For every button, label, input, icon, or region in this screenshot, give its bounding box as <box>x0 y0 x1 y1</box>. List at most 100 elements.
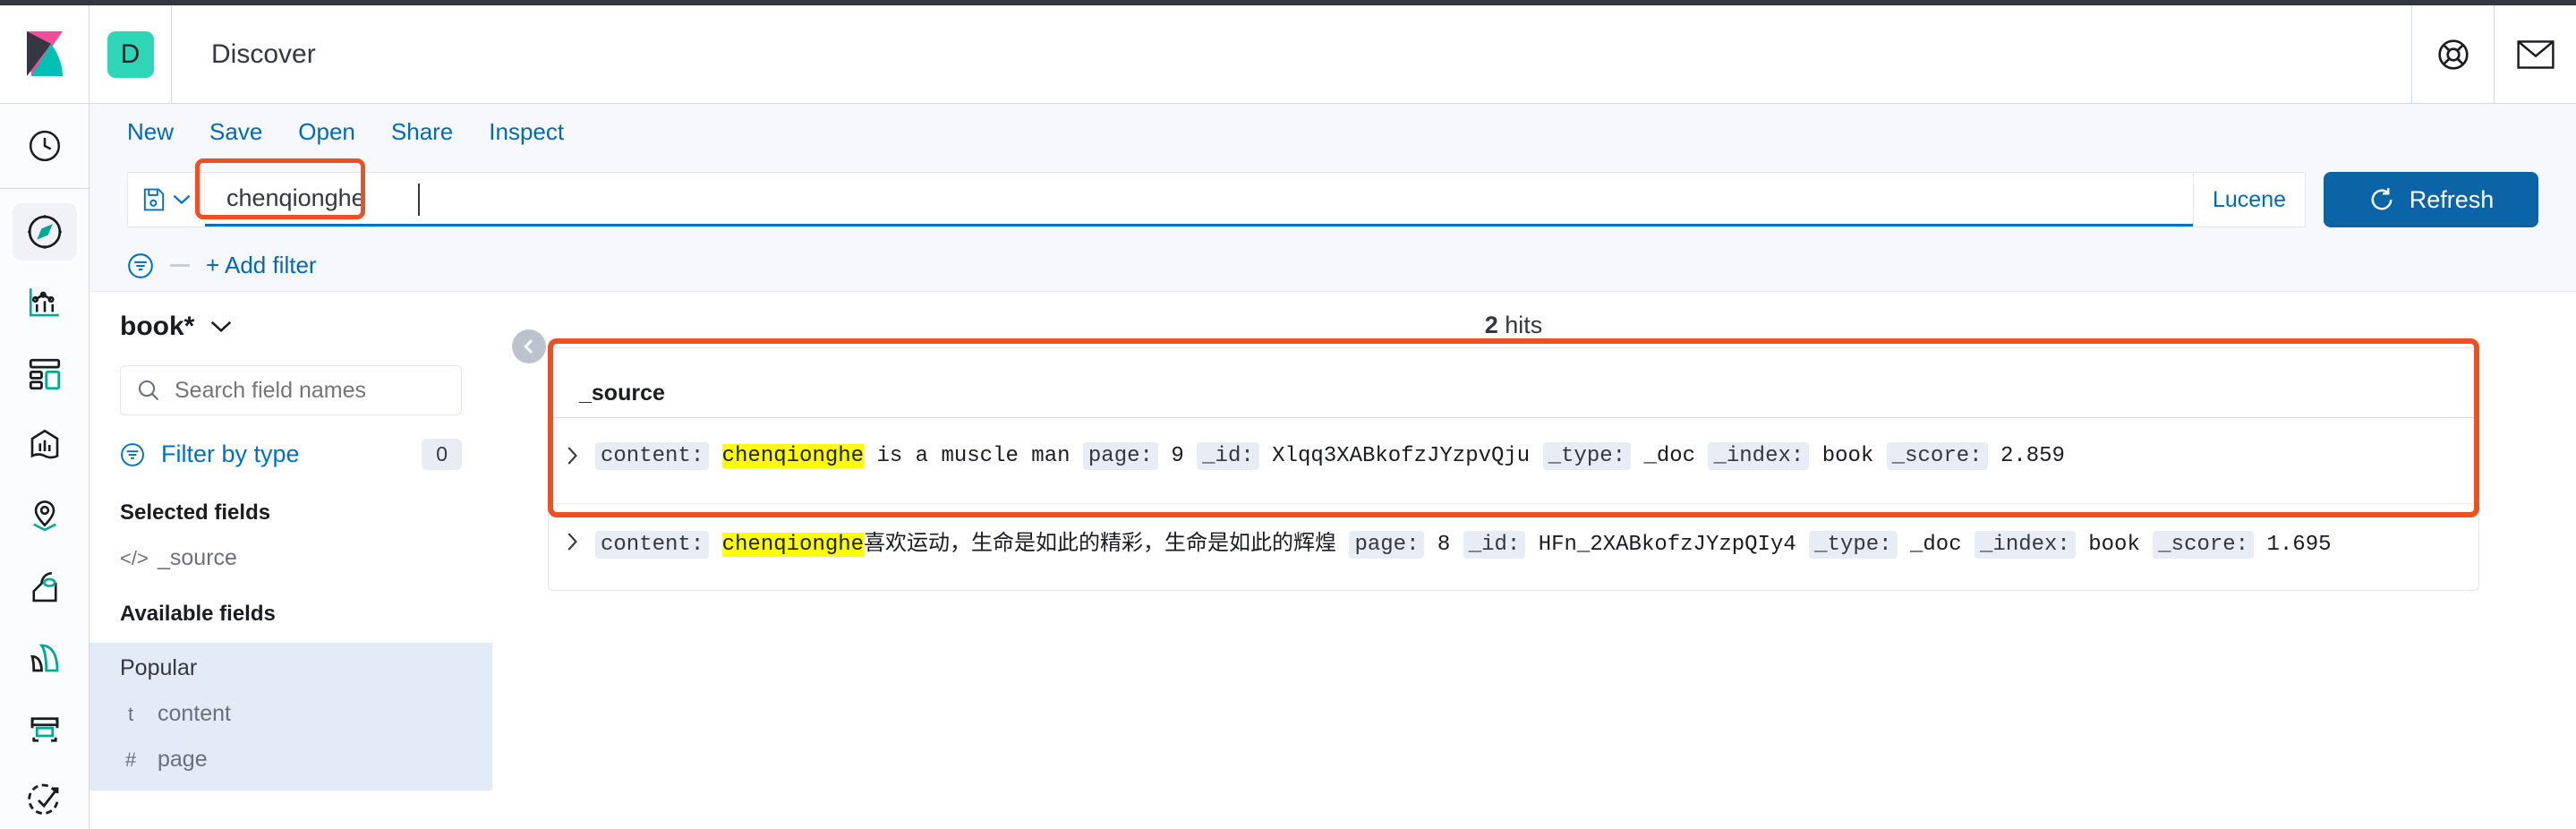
rail-item-visualize[interactable] <box>13 275 77 331</box>
field-key: content: <box>595 531 710 559</box>
topnav-share[interactable]: Share <box>391 118 453 146</box>
expand-row-toggle[interactable] <box>549 441 595 466</box>
filter-bar: + Add filter <box>90 240 2576 292</box>
field-key: _index: <box>1708 442 1810 470</box>
chevron-down-icon <box>173 193 191 206</box>
field-name-label: _source <box>158 545 237 570</box>
kibana-logo-icon[interactable] <box>0 5 90 103</box>
rail-item-maps[interactable] <box>13 488 77 544</box>
line-chart-icon <box>26 284 64 321</box>
search-field-names-input[interactable] <box>175 377 445 404</box>
console-icon <box>26 711 64 748</box>
field-search-box[interactable] <box>120 365 462 415</box>
rail-item-machine-learning[interactable] <box>13 559 77 615</box>
chevron-down-icon <box>210 320 232 334</box>
table-row[interactable]: content: chenqionghe is a muscle man pag… <box>549 418 2478 504</box>
field-name-label: page <box>158 747 208 772</box>
saved-query-button[interactable] <box>128 173 205 226</box>
left-nav-rail <box>0 104 90 829</box>
filter-by-type-label: Filter by type <box>161 440 300 467</box>
field-value: 8 <box>1437 533 1451 557</box>
field-item-page[interactable]: # page <box>120 747 462 773</box>
hits-counter: 2 hits <box>548 312 2479 339</box>
table-row[interactable]: content: chenqionghe喜欢运动，生命是如此的精彩，生命是如此的… <box>549 504 2478 590</box>
field-key: _type: <box>1542 442 1632 470</box>
chevron-left-icon <box>521 338 537 355</box>
field-name-label: content <box>158 701 232 726</box>
field-value: _doc <box>1643 444 1696 468</box>
search-input[interactable] <box>205 184 2193 212</box>
row-source-cell: content: chenqionghe is a muscle man pag… <box>595 441 2083 473</box>
rail-item-recently-viewed[interactable] <box>0 104 89 190</box>
map-pin-layers-icon <box>26 498 64 535</box>
field-key: _type: <box>1809 531 1898 559</box>
topnav-open[interactable]: Open <box>298 118 355 146</box>
column-header-source: _source <box>579 380 665 406</box>
compass-icon <box>25 212 64 252</box>
field-type-glyph: # <box>124 748 137 771</box>
field-key: page: <box>1349 531 1425 559</box>
field-key: _id: <box>1463 531 1526 559</box>
field-value: book <box>2088 533 2140 557</box>
query-bar: Lucene Refresh <box>90 159 2576 240</box>
text-caret <box>418 184 420 216</box>
field-key: _index: <box>1975 531 2076 559</box>
app-badge-letter: D <box>107 30 154 78</box>
header-actions <box>2411 5 2576 103</box>
rail-item-graph[interactable] <box>13 630 77 687</box>
refresh-icon <box>2368 186 2395 213</box>
topnav-new[interactable]: New <box>127 118 174 146</box>
filter-divider <box>170 264 190 267</box>
filter-type-count-badge: 0 <box>422 439 462 470</box>
popular-label: Popular <box>120 655 198 680</box>
expand-row-toggle[interactable] <box>549 527 595 552</box>
topnav-save[interactable]: Save <box>209 118 262 146</box>
filter-by-type-button[interactable]: Filter by type 0 <box>120 439 462 470</box>
highlighted-term: chenqionghe <box>721 444 865 468</box>
ml-head-icon <box>26 568 64 606</box>
hits-label: hits <box>1505 312 1543 338</box>
sidebar-collapse-button[interactable] <box>512 329 546 363</box>
index-pattern-label: book* <box>120 312 195 341</box>
field-key: _id: <box>1197 442 1259 470</box>
documents-table: _source content: chenqionghe is a muscle… <box>548 347 2479 591</box>
available-fields-title: Available fields <box>120 602 276 626</box>
dashboard-grid-icon <box>26 355 64 393</box>
canvas-presentation-icon <box>26 426 64 464</box>
app-header: D Discover <box>0 5 2576 104</box>
filter-icon[interactable] <box>127 252 154 279</box>
field-value: Xlqq3XABkofzJYzpvQju <box>1272 444 1531 468</box>
field-value: HFn_2XABkofzJYzpQIy4 <box>1538 533 1796 557</box>
popular-fields-group: Popular t content # page <box>90 643 492 791</box>
rail-item-discover[interactable] <box>12 203 77 261</box>
field-type-glyph: </> <box>120 546 149 569</box>
field-type-glyph: t <box>127 702 134 725</box>
field-key: content: <box>595 442 710 470</box>
highlighted-term: chenqionghe <box>721 533 865 557</box>
rail-item-uptime[interactable] <box>13 773 77 829</box>
add-filter-button[interactable]: + Add filter <box>206 252 317 279</box>
refresh-label: Refresh <box>2409 185 2495 213</box>
field-item-content[interactable]: t content <box>120 701 462 727</box>
index-pattern-selector[interactable]: book* <box>120 312 462 342</box>
help-lifering-icon[interactable] <box>2411 5 2494 103</box>
field-item-source[interactable]: </> _source <box>120 545 462 571</box>
rail-item-canvas[interactable] <box>13 417 77 474</box>
query-language-switch[interactable]: Lucene <box>2193 173 2305 226</box>
mail-envelope-icon[interactable] <box>2494 5 2576 103</box>
selected-fields-title: Selected fields <box>120 500 271 525</box>
topnav-inspect[interactable]: Inspect <box>489 118 564 146</box>
graph-icon <box>26 639 64 677</box>
field-value: _doc <box>1910 533 1962 557</box>
field-value: 9 <box>1171 444 1184 468</box>
hits-count: 2 <box>1484 312 1498 338</box>
field-key: page: <box>1082 442 1158 470</box>
rail-item-dev-tools[interactable] <box>13 701 77 757</box>
field-value-rest: is a muscle man <box>864 444 1070 468</box>
query-input-group: Lucene <box>127 172 2306 227</box>
uptime-check-icon <box>26 782 64 819</box>
rail-item-dashboard[interactable] <box>13 346 77 402</box>
app-badge[interactable]: D <box>90 5 172 103</box>
refresh-button[interactable]: Refresh <box>2324 172 2538 227</box>
query-input-wrapper <box>205 173 2193 226</box>
